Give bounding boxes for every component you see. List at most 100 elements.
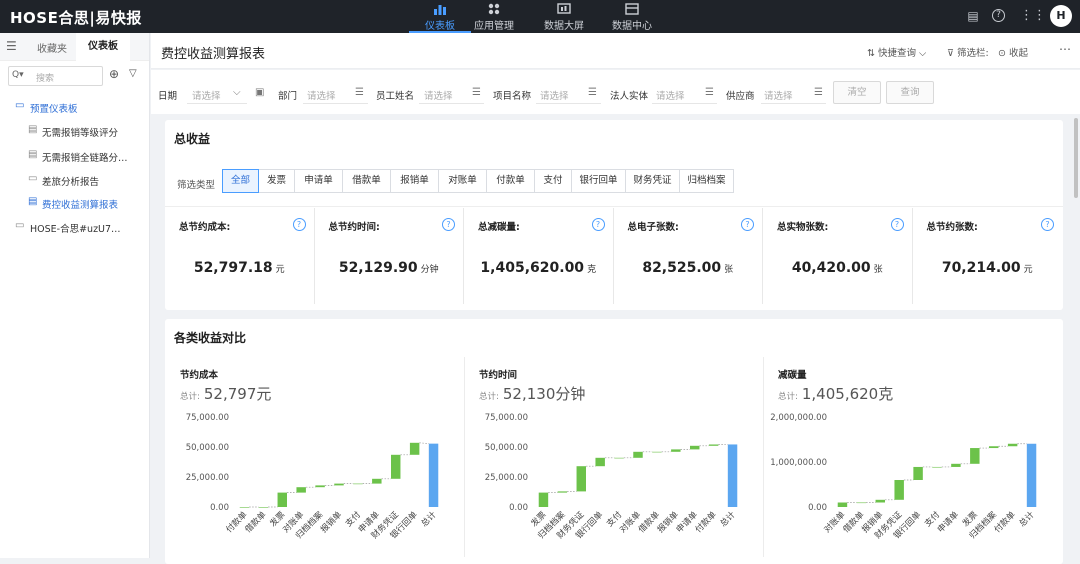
nav-app-management[interactable]: 应用管理 [459,0,529,33]
increase-bar[interactable] [633,452,642,458]
tree-item-preset-dashboards[interactable]: ▭ 预置仪表板 [0,97,150,117]
tab-dashboards[interactable]: 仪表板 [76,33,130,61]
main-content: 费控收益测算报表 ⇅ 快捷查询 ⌵ ⊽ 筛选栏: ⊙ 收起 ⋯ 日期 请选择 ⌵… [151,33,1080,558]
filter-tab[interactable]: 全部 [222,169,259,193]
filter-project-select[interactable]: 请选择 [540,88,569,102]
filter-tab[interactable]: 归档档案 [679,169,734,193]
search-input[interactable]: Q▾ 搜索 [8,66,103,86]
tree-item-label: 无需报销等级评分 [42,125,118,139]
increase-bar[interactable] [595,458,604,466]
list-select-icon[interactable]: ☰ [588,87,597,98]
increase-bar[interactable] [876,500,885,503]
help-icon[interactable]: ? [592,218,605,231]
collapse-sidebar-icon[interactable]: ☰ [6,39,17,53]
list-select-icon[interactable]: ☰ [705,87,714,98]
increase-bar[interactable] [652,452,661,453]
increase-bar[interactable] [838,503,847,508]
metric-value: 52,797.18 [194,260,273,276]
total-bar[interactable] [728,444,737,507]
increase-bar[interactable] [296,487,305,492]
help-icon[interactable]: ? [293,218,306,231]
increase-bar[interactable] [970,448,979,464]
folder-icon: ▭ [28,173,37,184]
increase-bar[interactable] [913,467,922,480]
list-select-icon[interactable]: ☰ [355,87,364,98]
tree-item-active-report[interactable]: ▤ 费控收益测算报表 [0,193,150,213]
collapse-button[interactable]: ⊙ 收起 [998,45,1028,59]
list-select-icon[interactable]: ☰ [472,87,481,98]
divider [303,103,368,104]
filter-tab[interactable]: 对账单 [438,169,487,193]
add-icon[interactable]: ⊕ [109,67,119,81]
increase-bar[interactable] [577,466,586,491]
filter-date-select[interactable]: 请选择 [192,88,221,102]
tree-item-travel-report[interactable]: ▭ 差旅分析报告 [0,170,150,190]
filter-department-select[interactable]: 请选择 [307,88,336,102]
increase-bar[interactable] [240,507,249,508]
filter-label-employee: 员工姓名 [376,88,414,102]
total-bar[interactable] [429,444,438,507]
filter-tab[interactable]: 银行回单 [571,169,626,193]
quick-query-button[interactable]: ⇅ 快捷查询 ⌵ [867,45,926,59]
filter-tab[interactable]: 借款单 [342,169,391,193]
increase-bar[interactable] [278,493,287,507]
metric-tile: 总实物张数:?40,420.00张 [763,208,913,304]
more-icon[interactable]: ⋯ [1059,42,1071,56]
avatar[interactable]: H [1050,5,1072,27]
grid-menu-icon[interactable]: ⋮⋮ [1020,8,1036,24]
help-icon[interactable]: ? [442,218,455,231]
help-icon[interactable]: ? [1041,218,1054,231]
nav-data-center[interactable]: 数据中心 [597,0,667,33]
increase-bar[interactable] [857,503,866,504]
increase-bar[interactable] [372,479,381,484]
increase-bar[interactable] [951,464,960,467]
query-button[interactable]: 查询 [886,81,934,104]
chart-total-label: 总计: [479,392,499,402]
increase-bar[interactable] [353,484,362,485]
tab-favorites[interactable]: 收藏夹 [37,40,67,55]
tree-item-report[interactable]: ▤ 无需报销等级评分 [0,121,150,141]
filter-supplier-select[interactable]: 请选择 [764,88,793,102]
filter-tab[interactable]: 申请单 [294,169,343,193]
help-icon[interactable]: ? [741,218,754,231]
collapse-label: 收起 [1009,48,1028,59]
filter-tab[interactable]: 付款单 [486,169,535,193]
increase-bar[interactable] [539,493,548,507]
filter-bar-toggle[interactable]: ⊽ 筛选栏: [947,45,989,59]
increase-bar[interactable] [894,480,903,500]
increase-bar[interactable] [614,458,623,459]
tree-item-hose-folder[interactable]: ▭ HOSE-合思#uzU7… [0,217,150,237]
increase-bar[interactable] [315,485,324,487]
increase-bar[interactable] [410,443,419,455]
total-bar[interactable] [1027,444,1036,507]
filter-icon[interactable]: ▽ [129,68,137,79]
increase-bar[interactable] [391,455,400,479]
connector-line [419,443,428,444]
screen-icon[interactable]: ▤ [965,8,981,24]
increase-bar[interactable] [989,446,998,448]
help-icon[interactable]: ? [992,9,1005,22]
increase-bar[interactable] [1008,444,1017,447]
metric-unit: 张 [874,265,883,275]
increase-bar[interactable] [334,484,343,486]
increase-bar[interactable] [558,491,567,492]
filter-tab[interactable]: 支付 [534,169,572,193]
vertical-scrollbar[interactable] [1074,118,1078,198]
y-tick-label: 0.00 [509,503,528,513]
calendar-icon[interactable]: ▣ [255,87,264,98]
increase-bar[interactable] [671,449,680,451]
filter-tab[interactable]: 报销单 [390,169,439,193]
filter-tab[interactable]: 财务凭证 [625,169,680,193]
filter-legal-entity-select[interactable]: 请选择 [656,88,685,102]
increase-bar[interactable] [932,467,941,468]
increase-bar[interactable] [259,507,268,508]
increase-bar[interactable] [709,444,718,445]
help-icon[interactable]: ? [891,218,904,231]
increase-bar[interactable] [690,446,699,450]
filter-employee-select[interactable]: 请选择 [424,88,453,102]
tree-item-report[interactable]: ▤ 无需报销全链路分… [0,146,150,166]
nav-data-screen[interactable]: 数据大屏 [529,0,599,33]
filter-tab[interactable]: 发票 [258,169,295,193]
clear-button[interactable]: 清空 [833,81,881,104]
list-select-icon[interactable]: ☰ [814,87,823,98]
